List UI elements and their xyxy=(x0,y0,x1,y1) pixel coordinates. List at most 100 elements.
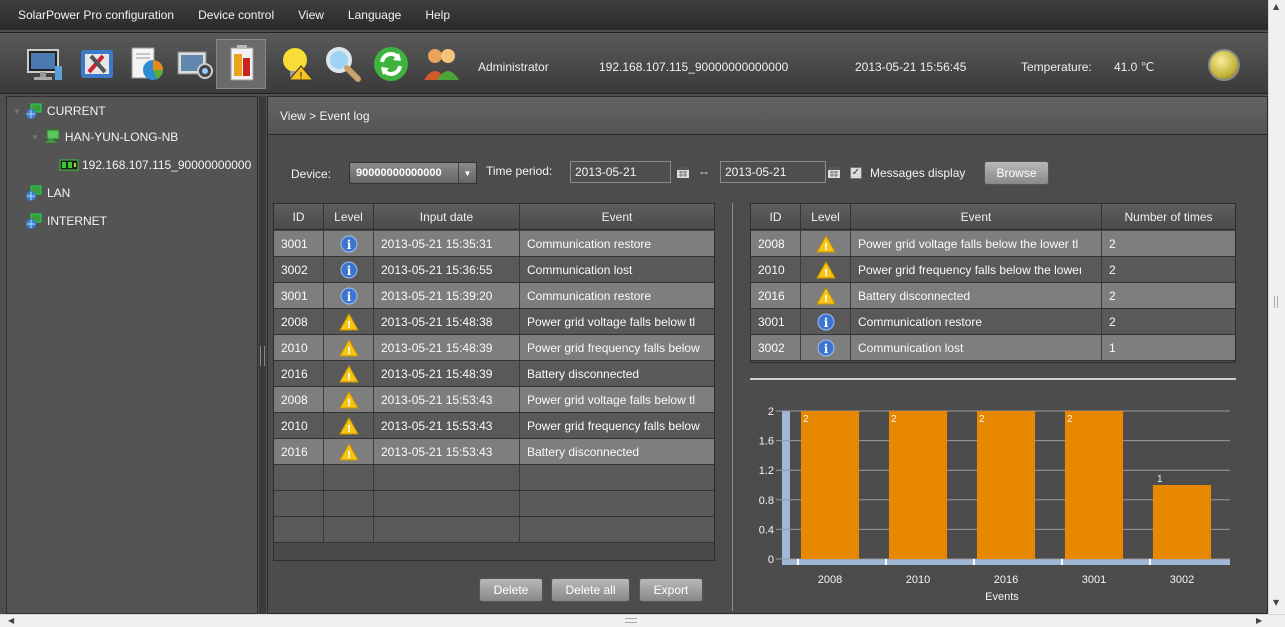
app-window: SolarPower Pro configuration Device cont… xyxy=(0,0,1285,627)
cell-event xyxy=(520,517,714,542)
empty-table-row[interactable] xyxy=(274,517,714,543)
table-row[interactable]: 2010! Power grid frequency falls below th… xyxy=(751,257,1235,283)
table-row[interactable]: 2008! 2013-05-21 15:48:38 Power grid volta… xyxy=(274,309,714,335)
calendar-icon[interactable] xyxy=(677,167,689,178)
svg-text:!: ! xyxy=(346,372,351,383)
table-row[interactable]: 3001 i Communication restore 2 xyxy=(751,309,1235,335)
warning-icon: ! xyxy=(815,286,836,305)
y-tick-label: 0.4 xyxy=(759,524,774,536)
table-row[interactable]: 2008! 2013-05-21 15:53:43 Power grid volta… xyxy=(274,387,714,413)
scroll-left-icon[interactable]: ◀ xyxy=(8,616,14,625)
battery-icon[interactable] xyxy=(216,39,266,89)
svg-text:i: i xyxy=(823,316,828,330)
panel-splitter[interactable] xyxy=(259,96,266,614)
date-from-input[interactable] xyxy=(570,161,671,183)
date-to-input[interactable] xyxy=(720,161,826,183)
column-header-number-of-times[interactable]: Number of times xyxy=(1102,204,1235,229)
info-icon: i xyxy=(340,287,357,304)
monitor-icon[interactable] xyxy=(20,39,70,89)
scroll-right-icon[interactable]: ▶ xyxy=(1256,616,1262,625)
y-tick-label: 2 xyxy=(768,406,774,418)
table-row[interactable]: 2010! 2013-05-21 15:53:43 Power grid frequ… xyxy=(274,413,714,439)
cell-id: 2008 xyxy=(274,387,324,412)
cell-count: 2 xyxy=(1109,288,1116,303)
tree-item-han-yun-long-nb[interactable]: ▼ HAN-YUN-LONG-NB xyxy=(31,129,178,145)
refresh-icon[interactable] xyxy=(366,39,416,89)
empty-table-row[interactable] xyxy=(274,465,714,491)
column-header-event[interactable]: Event xyxy=(520,204,714,229)
column-header-level[interactable]: Level xyxy=(801,204,851,229)
scroll-up-icon[interactable]: ▲ xyxy=(1273,2,1279,11)
breadcrumb-bar: View > Event log xyxy=(268,97,1267,135)
table-row[interactable]: 2016! Battery disconnected 2 xyxy=(751,283,1235,309)
cell-input-date: 2013-05-21 15:48:39 xyxy=(374,335,520,360)
tools-icon[interactable] xyxy=(72,39,122,89)
scroll-thumb-grip[interactable] xyxy=(1274,296,1278,308)
table-row[interactable]: 3002 i 2013-05-21 15:36:55 Communication lo… xyxy=(274,257,714,283)
delete-all-button[interactable]: Delete all xyxy=(551,578,630,602)
column-header-level[interactable]: Level xyxy=(324,204,374,229)
svg-text:!: ! xyxy=(346,346,351,357)
cell-event: Battery disconnected xyxy=(527,366,640,381)
cell-input-date: 2013-05-21 15:48:39 xyxy=(374,361,520,386)
column-header-id[interactable]: ID xyxy=(751,204,801,229)
svg-text:!: ! xyxy=(346,424,351,435)
svg-text:i: i xyxy=(346,238,351,252)
column-header-input-date[interactable]: Input date xyxy=(374,204,520,229)
export-button[interactable]: Export xyxy=(639,578,703,602)
tree-item-current[interactable]: ▼ CURRENT xyxy=(13,103,106,119)
browse-button[interactable]: Browse xyxy=(984,161,1049,185)
tree-item-internet[interactable]: INTERNET xyxy=(25,213,107,229)
cell-event xyxy=(520,491,714,516)
users-icon[interactable] xyxy=(416,39,466,89)
cell-level xyxy=(324,491,374,516)
table-row[interactable]: 2010! 2013-05-21 15:48:39 Power grid frequ… xyxy=(274,335,714,361)
cell-input-date: 2013-05-21 15:39:20 xyxy=(374,283,520,308)
messages-display-checkbox[interactable]: ✓ xyxy=(850,167,862,179)
table-header: ID Level Event Number of times xyxy=(751,204,1235,230)
search-icon[interactable] xyxy=(318,39,368,89)
device-select-value: 90000000000000 xyxy=(356,167,442,179)
scroll-down-icon[interactable]: ▼ xyxy=(1273,598,1279,607)
event-log-panel: View > Event log Device: 90000000000000 … xyxy=(267,96,1268,614)
menu-device-control[interactable]: Device control xyxy=(186,8,286,22)
cell-event: Communication restore xyxy=(851,309,1102,334)
table-row[interactable]: 2016! 2013-05-21 15:53:43 Battery disconne… xyxy=(274,439,714,465)
menu-language[interactable]: Language xyxy=(336,8,413,22)
cell-level xyxy=(324,517,374,542)
cell-level: ! xyxy=(324,335,374,360)
device-id-display: 192.168.107.115_90000000000000 xyxy=(599,60,789,74)
menu-bar: SolarPower Pro configuration Device cont… xyxy=(0,0,1268,30)
warning-bulb-icon[interactable]: ! xyxy=(272,39,322,89)
cell-input-date: 2013-05-21 15:53:43 xyxy=(374,413,520,438)
table-row[interactable]: 2016! 2013-05-21 15:48:39 Battery disconne… xyxy=(274,361,714,387)
bar-2016 xyxy=(976,411,1036,559)
table-row[interactable]: 3001 i 2013-05-21 15:35:31 Communication re… xyxy=(274,231,714,257)
camera-icon[interactable] xyxy=(170,39,220,89)
menu-solarpower-config[interactable]: SolarPower Pro configuration xyxy=(6,8,186,22)
tree-item-device[interactable]: 192.168.107.115_90000000000 xyxy=(59,158,251,172)
table-row[interactable]: 3001 i 2013-05-21 15:39:20 Communication re… xyxy=(274,283,714,309)
scroll-thumb-grip[interactable] xyxy=(625,618,637,623)
tree-expand-icon[interactable]: ▼ xyxy=(31,133,39,142)
menu-help[interactable]: Help xyxy=(413,8,462,22)
cell-input-date xyxy=(374,517,520,542)
column-header-id[interactable]: ID xyxy=(274,204,324,229)
device-select[interactable]: 90000000000000 ▼ xyxy=(349,162,477,184)
splitter-grip[interactable] xyxy=(260,346,265,366)
vertical-scrollbar[interactable]: ▲ ▼ xyxy=(1268,0,1285,614)
delete-button[interactable]: Delete xyxy=(479,578,543,602)
messages-display-label: Messages display xyxy=(870,166,966,180)
calendar-icon[interactable] xyxy=(828,167,840,178)
horizontal-scrollbar[interactable]: ◀ ▶ xyxy=(0,614,1285,627)
empty-table-row[interactable] xyxy=(274,491,714,517)
tree-item-lan[interactable]: LAN xyxy=(25,185,70,201)
menu-view[interactable]: View xyxy=(286,8,336,22)
table-row[interactable]: 2008! Power grid voltage falls below the … xyxy=(751,231,1235,257)
chevron-down-icon[interactable]: ▼ xyxy=(458,163,476,183)
report-chart-icon[interactable] xyxy=(122,39,172,89)
table-row[interactable]: 3002 i Communication lost 1 xyxy=(751,335,1235,361)
cell-id xyxy=(274,491,324,516)
tree-expand-icon[interactable]: ▼ xyxy=(13,107,21,116)
column-header-event[interactable]: Event xyxy=(851,204,1102,229)
